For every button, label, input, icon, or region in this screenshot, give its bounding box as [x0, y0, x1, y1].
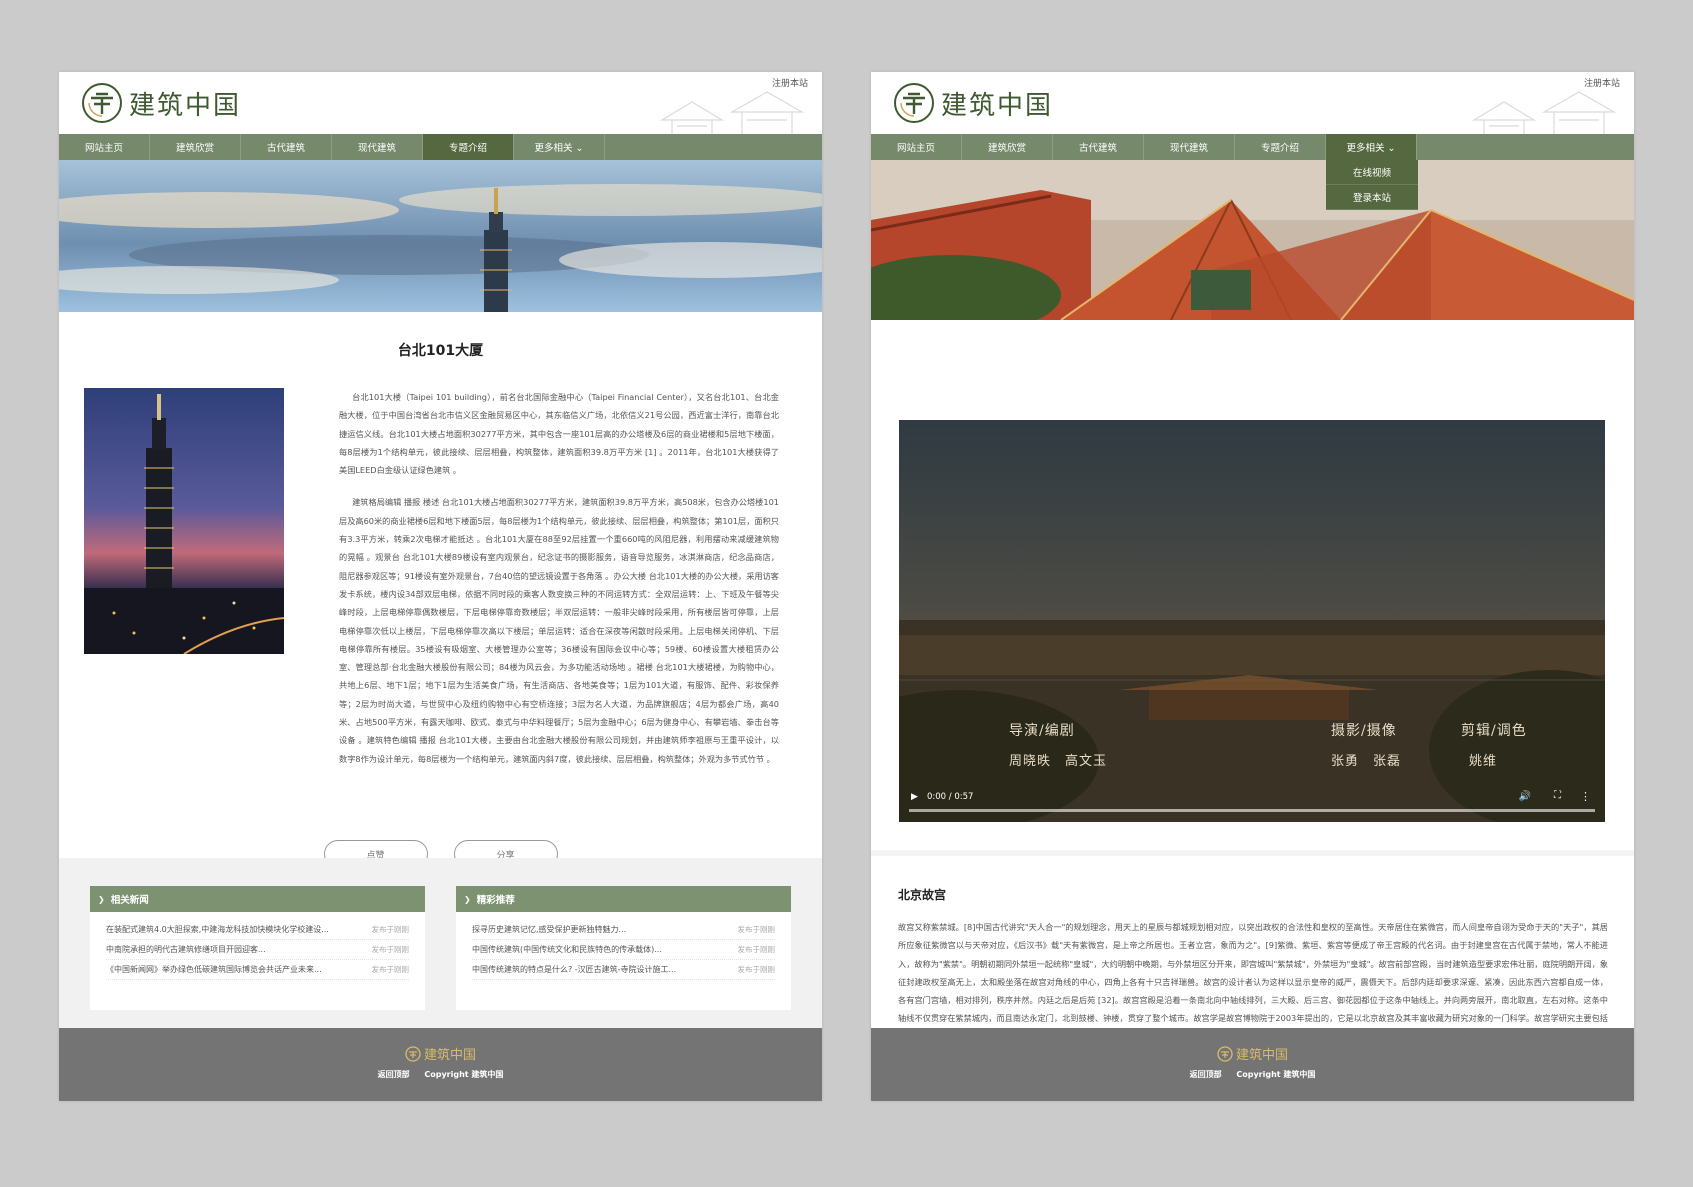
related-news-title: 相关新闻: [110, 895, 149, 906]
section-divider: [871, 850, 1634, 856]
article-text: 台北101大楼（Taipei 101 building），前名台北国际金融中心（…: [339, 388, 779, 768]
list-item[interactable]: 《中国新闻网》举办绿色低碳建筑国际博览会共话产业未来... 发布于刚刚: [106, 960, 409, 980]
list-item[interactable]: 中国传统建筑的特点是什么? -汉匠古建筑-寺院设计施工... 发布于刚刚: [472, 960, 775, 980]
copyright-text: Copyright 建筑中国: [1236, 1070, 1316, 1079]
recommend-title[interactable]: 中国传统建筑(中国传统文化和民族特色的传承载体)...: [472, 944, 662, 955]
nav-more[interactable]: 更多相关 ⌄: [514, 134, 605, 160]
nav-ancient-architecture[interactable]: 古代建筑: [241, 134, 332, 160]
credit-director-names: 周晓昳 高文玉: [1009, 754, 1108, 769]
news-title[interactable]: 《中国新闻网》举办绿色低碳建筑国际博览会共话产业未来...: [106, 964, 322, 975]
recommend-date: 发布于刚刚: [737, 925, 776, 934]
site-footer: 建筑中国 返回顶部 Copyright 建筑中国: [871, 1028, 1634, 1101]
nav-ancient-architecture[interactable]: 古代建筑: [1053, 134, 1144, 160]
footer-logo[interactable]: 建筑中国: [871, 1044, 1634, 1063]
nav-more[interactable]: 更多相关 ⌄: [1326, 134, 1417, 160]
back-to-top-link[interactable]: 返回顶部: [378, 1070, 410, 1079]
header-decoration-palace: [659, 91, 805, 134]
recommend-title[interactable]: 中国传统建筑的特点是什么? -汉匠古建筑-寺院设计施工...: [472, 964, 676, 975]
credit-editor-label: 剪辑/调色: [1461, 723, 1527, 739]
credit-camera: 摄影/摄像 张勇 张磊: [1331, 720, 1401, 769]
recommend-title[interactable]: 探寻历史建筑记忆,感受保护更新独特魅力...: [472, 924, 626, 935]
main-nav: 网站主页 建筑欣赏 古代建筑 现代建筑 专题介绍 更多相关 ⌄: [871, 134, 1634, 160]
video-controls: ▶ 0:00 / 0:57 🔊 ⛶ ⋮: [899, 782, 1605, 822]
header-decoration-palace: [1471, 91, 1617, 134]
chevron-right-icon: ❯: [98, 894, 105, 904]
nav-topics[interactable]: 专题介绍: [1235, 134, 1326, 160]
list-item[interactable]: 探寻历史建筑记忆,感受保护更新独特魅力... 发布于刚刚: [472, 920, 775, 940]
footer-links: 返回顶部 Copyright 建筑中国: [871, 1069, 1634, 1080]
credit-camera-names: 张勇 张磊: [1331, 754, 1402, 769]
nav-home[interactable]: 网站主页: [871, 134, 962, 160]
site-header: 建筑中国 注册本站: [59, 72, 822, 134]
related-news-box: ❯ 相关新闻 在装配式建筑4.0大胆探索,中建海龙科技加快模块化学校建设... 发…: [90, 886, 425, 1010]
chevron-right-icon: ❯: [464, 894, 471, 904]
credit-editor-names: 姚维: [1469, 754, 1498, 769]
logo-text: 建筑中国: [129, 90, 242, 121]
copyright-text: Copyright 建筑中国: [424, 1070, 504, 1079]
more-dropdown-menu: 在线视频 登录本站: [1326, 160, 1418, 210]
site-header: 建筑中国 注册本站: [871, 72, 1634, 134]
article-body: 台北101大楼（Taipei 101 building），前名台北国际金融中心（…: [59, 360, 822, 840]
recommend-date: 发布于刚刚: [737, 965, 776, 974]
credit-editor: 剪辑/调色 姚维: [1461, 720, 1527, 769]
nav-architecture-gallery[interactable]: 建筑欣赏: [150, 134, 241, 160]
news-title[interactable]: 在装配式建筑4.0大胆探索,中建海龙科技加快模块化学校建设...: [106, 924, 329, 935]
nav-modern-architecture[interactable]: 现代建筑: [1144, 134, 1235, 160]
taipei101-night-photo: [84, 388, 284, 654]
footer-logo-text: 建筑中国: [1235, 1048, 1288, 1063]
logo-emblem-icon: [82, 83, 122, 123]
news-date: 发布于刚刚: [371, 965, 410, 974]
credit-director: 导演/编剧 周晓昳 高文玉: [1009, 720, 1107, 769]
recommend-date: 发布于刚刚: [737, 945, 776, 954]
dropdown-online-video[interactable]: 在线视频: [1326, 160, 1418, 185]
list-item[interactable]: 中南院承担的明代古建筑修缮项目开园迎客... 发布于刚刚: [106, 940, 409, 960]
list-item[interactable]: 在装配式建筑4.0大胆探索,中建海龙科技加快模块化学校建设... 发布于刚刚: [106, 920, 409, 940]
nav-architecture-gallery[interactable]: 建筑欣赏: [962, 134, 1053, 160]
section-title: 北京故宫: [898, 888, 947, 902]
nav-modern-architecture[interactable]: 现代建筑: [332, 134, 423, 160]
footer-logo-icon: [405, 1045, 421, 1062]
fullscreen-icon[interactable]: ⛶: [1554, 790, 1561, 801]
recommended-box: ❯ 精彩推荐 探寻历史建筑记忆,感受保护更新独特魅力... 发布于刚刚 中国传统建…: [456, 886, 791, 1010]
article-title: 台北101大厦: [397, 343, 484, 359]
more-options-icon[interactable]: ⋮: [1580, 790, 1591, 803]
footer-logo-icon: [1217, 1045, 1233, 1062]
video-progress-bar[interactable]: [909, 809, 1595, 812]
recommended-title: 精彩推荐: [476, 895, 515, 906]
volume-icon[interactable]: 🔊: [1519, 791, 1531, 802]
credit-director-label: 导演/编剧: [1009, 723, 1075, 739]
site-logo[interactable]: 建筑中国: [893, 82, 1053, 124]
related-news-header: ❯ 相关新闻: [90, 886, 425, 912]
news-date: 发布于刚刚: [371, 945, 410, 954]
left-page-article: 建筑中国 注册本站 网站主页 建筑欣赏 古代建筑 现代建筑 专题介绍 更多相关 …: [59, 72, 822, 1101]
play-icon[interactable]: ▶: [911, 792, 918, 802]
video-time: 0:00 / 0:57: [927, 792, 974, 802]
news-title[interactable]: 中南院承担的明代古建筑修缮项目开园迎客...: [106, 944, 266, 955]
related-section: ❯ 相关新闻 在装配式建筑4.0大胆探索,中建海龙科技加快模块化学校建设... 发…: [59, 858, 822, 1028]
banner-taipei-skyline: [59, 160, 822, 312]
list-item[interactable]: 中国传统建筑(中国传统文化和民族特色的传承载体)... 发布于刚刚: [472, 940, 775, 960]
recommended-header: ❯ 精彩推荐: [456, 886, 791, 912]
nav-topics[interactable]: 专题介绍: [423, 134, 514, 160]
logo-emblem-icon: [894, 83, 934, 123]
video-player[interactable]: 导演/编剧 周晓昳 高文玉 摄影/摄像 张勇 张磊 剪辑/调色 姚维 ▶ 0:0…: [899, 420, 1605, 822]
back-to-top-link[interactable]: 返回顶部: [1190, 1070, 1222, 1079]
site-footer: 建筑中国 返回顶部 Copyright 建筑中国: [59, 1028, 822, 1101]
news-date: 发布于刚刚: [371, 925, 410, 934]
nav-home[interactable]: 网站主页: [59, 134, 150, 160]
credit-camera-label: 摄影/摄像: [1331, 723, 1397, 739]
main-nav: 网站主页 建筑欣赏 古代建筑 现代建筑 专题介绍 更多相关 ⌄: [59, 134, 822, 160]
site-logo[interactable]: 建筑中国: [81, 82, 241, 124]
dropdown-login[interactable]: 登录本站: [1326, 185, 1418, 210]
article-paragraph-1: 台北101大楼（Taipei 101 building），前名台北国际金融中心（…: [339, 392, 779, 476]
footer-logo[interactable]: 建筑中国: [59, 1044, 822, 1063]
right-page-video: 建筑中国 注册本站 网站主页 建筑欣赏 古代建筑 现代建筑 专题介绍 更多相关 …: [871, 72, 1634, 1101]
article-paragraph-2: 建筑格局编辑 播报 楼述 台北101大楼占地面积30277平方米，建筑面积39.…: [339, 497, 779, 764]
banner-forbidden-city-roofs: [871, 160, 1634, 320]
footer-links: 返回顶部 Copyright 建筑中国: [59, 1069, 822, 1080]
logo-text: 建筑中国: [941, 90, 1054, 121]
footer-logo-text: 建筑中国: [423, 1048, 476, 1063]
